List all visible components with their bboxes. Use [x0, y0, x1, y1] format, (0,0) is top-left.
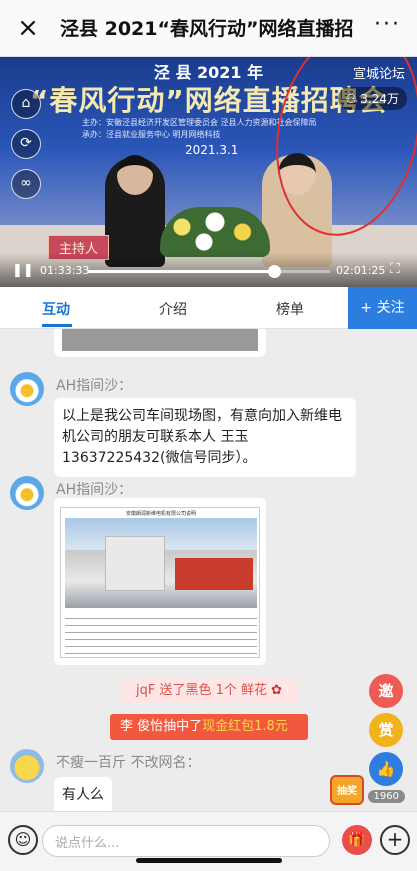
tab-interact[interactable]: 互动 [42, 299, 70, 319]
player-controls: ❚❚ 01:33:33 02:01:25 ⛶ [0, 253, 417, 287]
people-icon: ⚇ [345, 92, 357, 106]
time-total: 02:01:25 [336, 264, 386, 277]
more-icon[interactable]: ··· [374, 12, 401, 37]
fullscreen-icon[interactable]: ⛶ [390, 261, 400, 277]
gift-text: jqF 送了黑色 1个 鲜花 [135, 683, 267, 698]
pause-icon[interactable]: ❚❚ [12, 263, 34, 278]
document-table [65, 612, 257, 656]
follow-button[interactable]: + 关注 [348, 287, 417, 329]
gift-notice: jqF 送了黑色 1个 鲜花 ✿ [119, 678, 299, 704]
thumbs-up-icon: 👍 [376, 760, 396, 778]
live-video[interactable]: 泾 县 2021 年 “春风行动”网络直播招聘会 主办：安徽泾县经济开发区管理委… [0, 57, 417, 287]
like-count: 1960 [367, 790, 405, 803]
red-packet-prefix: 李 俊怡抽中了 [120, 719, 203, 734]
message-username: 不瘦一百斤 不改网名： [56, 755, 201, 771]
viewer-count: ⚇ 3.24万 [337, 87, 407, 110]
invite-button[interactable]: 邀 [369, 674, 403, 708]
avatar[interactable] [10, 476, 44, 510]
forum-label[interactable]: 宣城论坛 [353, 63, 405, 82]
tab-ranking[interactable]: 榜单 [276, 299, 304, 319]
close-icon[interactable]: × [14, 14, 42, 42]
message-username: AH指间沙： [56, 482, 133, 498]
active-tab-indicator [42, 324, 72, 327]
red-packet-amount: 现金红包1.8元 [202, 719, 288, 734]
avatar[interactable] [10, 749, 44, 783]
reward-button[interactable]: 赏 [369, 713, 403, 747]
document-title: 安徽朗润新维电机有限公司说明 [125, 511, 196, 517]
viewer-count-value: 3.24万 [360, 92, 399, 106]
home-indicator [136, 858, 282, 863]
gift-icon[interactable]: 🎁 [342, 825, 372, 855]
like-button[interactable]: 👍 [369, 752, 403, 786]
message-bubble: 以上是我公司车间现场图，有意向加入新维电机公司的朋友可联系本人 王玉136372… [54, 398, 356, 477]
factory-photo [65, 518, 257, 608]
link-icon[interactable]: ∞ [11, 169, 41, 199]
tab-intro[interactable]: 介绍 [159, 299, 187, 319]
time-current: 01:33:33 [40, 264, 90, 277]
company-document-image: 安徽朗润新维电机有限公司说明 [60, 507, 260, 658]
progress-bar[interactable] [88, 265, 330, 278]
banner-date: 2021.3.1 [185, 143, 239, 157]
home-icon[interactable]: ⌂ [11, 89, 41, 119]
avatar[interactable] [10, 372, 44, 406]
previous-image-message[interactable] [54, 329, 266, 357]
message-username: AH指间沙： [56, 378, 133, 394]
emoji-icon[interactable]: ☺ [8, 825, 38, 855]
comment-input[interactable]: 说点什么... [42, 825, 330, 857]
top-bar: × 泾县 2021“春风行动”网络直播招 ··· [0, 0, 417, 57]
plus-icon[interactable]: + [380, 825, 410, 855]
progress-knob[interactable] [268, 265, 282, 278]
refresh-icon[interactable]: ⟳ [11, 129, 41, 159]
input-bar: ☺ 说点什么... 🎁 + [0, 811, 417, 871]
image-message[interactable]: 安徽朗润新维电机有限公司说明 [54, 498, 266, 665]
page-title: 泾县 2021“春风行动”网络直播招 [60, 18, 354, 40]
host-left [105, 155, 165, 267]
progress-fill [88, 270, 275, 273]
red-packet-notice: 李 俊怡抽中了现金红包1.8元 [110, 714, 308, 740]
lottery-button[interactable]: 抽奖 [330, 775, 364, 805]
rose-icon: ✿ [271, 683, 283, 698]
chat-list[interactable]: AH指间沙： 以上是我公司车间现场图，有意向加入新维电机公司的朋友可联系本人 王… [0, 329, 417, 811]
message-bubble: 有人么 [54, 777, 112, 811]
flower-arrangement [160, 207, 270, 257]
